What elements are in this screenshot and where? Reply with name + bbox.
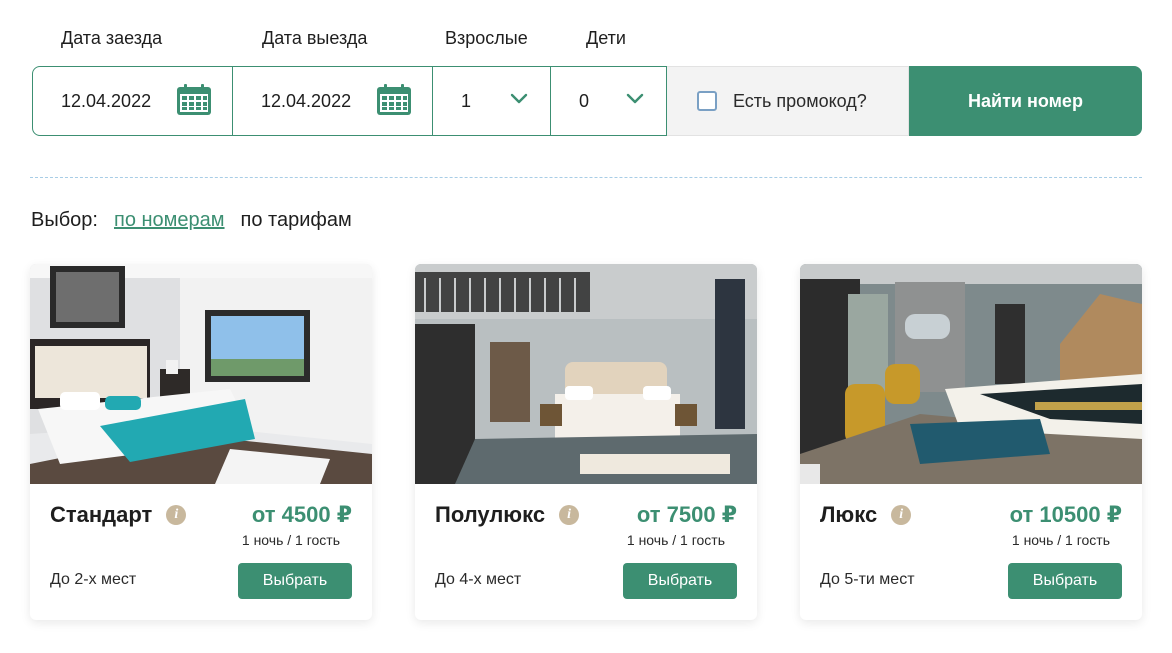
promo-label: Есть промокод? (733, 90, 867, 111)
chevron-down-icon (510, 93, 528, 104)
checkout-date-value: 12.04.2022 (261, 90, 352, 111)
choice-label: Выбор: (31, 209, 98, 231)
checkin-date-value: 12.04.2022 (61, 90, 152, 111)
divider (30, 177, 1142, 178)
kids-value: 0 (579, 90, 590, 111)
room-name: Люкс i (820, 502, 912, 528)
room-name-text: Люкс (820, 502, 878, 527)
info-icon[interactable]: i (559, 505, 580, 525)
info-icon[interactable]: i (891, 505, 912, 525)
room-name: Стандарт i (50, 502, 187, 528)
room-price: от 4500 ₽ (251, 502, 352, 527)
room-photo (415, 264, 757, 484)
promo-checkbox[interactable] (697, 91, 717, 111)
room-photo (30, 264, 372, 484)
room-card-semi-suite: Полулюкс i от 7500 ₽ 1 ночь / 1 гость До… (415, 264, 757, 620)
room-price: от 10500 ₽ (1009, 502, 1122, 527)
select-room-button[interactable]: Выбрать (1008, 563, 1122, 599)
room-photo (800, 264, 1142, 484)
room-name-text: Стандарт (50, 502, 153, 527)
info-icon[interactable]: i (166, 505, 187, 525)
checkout-date-field[interactable]: 12.04.2022 (233, 66, 433, 136)
price-unit: 1 ночь / 1 гость (626, 532, 725, 548)
select-room-button[interactable]: Выбрать (238, 563, 352, 599)
search-bar: 12.04.2022 12.04.2022 1 0 Есть промокод?… (32, 66, 1142, 136)
by-rates-link[interactable]: по тарифам (241, 209, 352, 232)
chevron-down-icon (626, 93, 644, 104)
calendar-icon[interactable] (176, 84, 212, 116)
search-labels: Дата заезда Дата выезда Взрослые Дети (0, 28, 1172, 50)
select-room-button[interactable]: Выбрать (623, 563, 737, 599)
room-card-suite: Люкс i от 10500 ₽ 1 ночь / 1 гость До 5-… (800, 264, 1142, 620)
room-card-standard: Стандарт i от 4500 ₽ 1 ночь / 1 гость До… (30, 264, 372, 620)
promo-code-field[interactable]: Есть промокод? (667, 66, 909, 136)
room-capacity: До 2-х мест (50, 571, 137, 588)
room-name: Полулюкс i (435, 502, 580, 528)
kids-select[interactable]: 0 (551, 66, 667, 136)
by-rooms-link[interactable]: по номерам (114, 209, 225, 232)
room-price: от 7500 ₽ (636, 502, 737, 527)
room-capacity: До 5-ти мест (820, 571, 915, 588)
price-unit: 1 ночь / 1 гость (1011, 532, 1110, 548)
kids-label: Дети (586, 28, 626, 48)
calendar-icon[interactable] (376, 84, 412, 116)
adults-select[interactable]: 1 (433, 66, 551, 136)
find-room-button[interactable]: Найти номер (909, 66, 1142, 136)
checkin-label: Дата заезда (61, 28, 163, 48)
adults-value: 1 (461, 90, 472, 111)
price-unit: 1 ночь / 1 гость (241, 532, 340, 548)
view-switch: Выбор: по номерам по тарифам (31, 209, 352, 232)
room-name-text: Полулюкс (435, 502, 546, 527)
checkin-date-field[interactable]: 12.04.2022 (32, 66, 233, 136)
room-capacity: До 4-х мест (435, 571, 522, 588)
checkout-label: Дата выезда (262, 28, 368, 48)
adults-label: Взрослые (445, 28, 528, 48)
